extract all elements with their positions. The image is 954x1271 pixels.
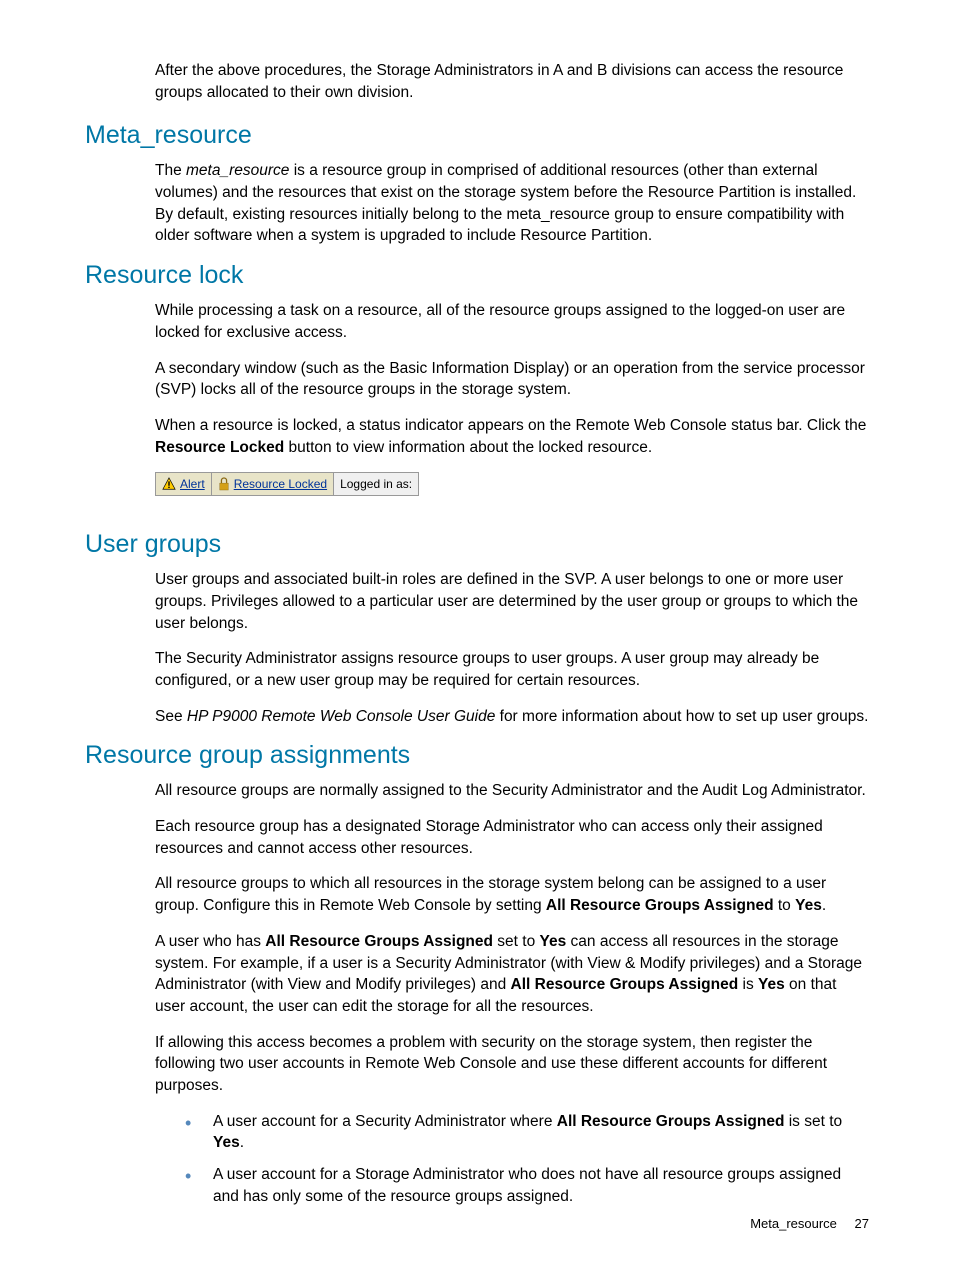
alert-cell[interactable]: Alert xyxy=(156,473,212,495)
text: When a resource is locked, a status indi… xyxy=(155,417,866,434)
status-bar: Alert Resource Locked Logged in as: xyxy=(155,472,419,496)
text: A user who has xyxy=(155,933,265,950)
rga-p4: A user who has All Resource Groups Assig… xyxy=(155,931,869,1018)
heading-user-groups: User groups xyxy=(85,530,869,559)
list-item: A user account for a Storage Administrat… xyxy=(185,1164,869,1207)
user-groups-p2: The Security Administrator assigns resou… xyxy=(155,648,869,691)
logged-in-cell: Logged in as: xyxy=(334,473,418,495)
footer-page-number: 27 xyxy=(855,1216,869,1231)
text: set to xyxy=(493,933,540,950)
text: See xyxy=(155,708,187,725)
resource-locked-link[interactable]: Resource Locked xyxy=(234,477,327,491)
text: for more information about how to set up… xyxy=(495,708,868,725)
lock-icon xyxy=(218,477,230,491)
bold-text: Yes xyxy=(795,897,822,914)
text: . xyxy=(822,897,826,914)
resource-lock-p2: A secondary window (such as the Basic In… xyxy=(155,358,869,401)
alert-link[interactable]: Alert xyxy=(180,477,205,491)
text: A user account for a Security Administra… xyxy=(213,1113,557,1130)
heading-meta-resource: Meta_resource xyxy=(85,121,869,150)
rga-bullet-list: A user account for a Security Administra… xyxy=(185,1111,869,1208)
heading-resource-lock: Resource lock xyxy=(85,261,869,290)
bold-text: Resource Locked xyxy=(155,439,284,456)
heading-resource-group-assignments: Resource group assignments xyxy=(85,741,869,770)
bold-text: Yes xyxy=(213,1134,240,1151)
footer: Meta_resource 27 xyxy=(750,1216,869,1231)
bold-text: All Resource Groups Assigned xyxy=(546,897,774,914)
text: is xyxy=(738,976,758,993)
bold-text: All Resource Groups Assigned xyxy=(265,933,493,950)
resource-locked-cell[interactable]: Resource Locked xyxy=(212,473,334,495)
text: . xyxy=(240,1134,244,1151)
italic-text: meta_resource xyxy=(186,162,289,179)
bold-text: Yes xyxy=(758,976,785,993)
bold-text: All Resource Groups Assigned xyxy=(557,1113,785,1130)
italic-text: HP P9000 Remote Web Console User Guide xyxy=(187,708,495,725)
intro-paragraph: After the above procedures, the Storage … xyxy=(155,60,869,103)
text: The xyxy=(155,162,186,179)
user-groups-p3: See HP P9000 Remote Web Console User Gui… xyxy=(155,706,869,728)
rga-p2: Each resource group has a designated Sto… xyxy=(155,816,869,859)
logged-in-label: Logged in as: xyxy=(340,477,412,491)
bold-text: Yes xyxy=(540,933,567,950)
rga-p1: All resource groups are normally assigne… xyxy=(155,780,869,802)
resource-lock-p3: When a resource is locked, a status indi… xyxy=(155,415,869,458)
bold-text: All Resource Groups Assigned xyxy=(511,976,739,993)
footer-label: Meta_resource xyxy=(750,1216,837,1231)
text: button to view information about the loc… xyxy=(284,439,652,456)
rga-p5: If allowing this access becomes a proble… xyxy=(155,1032,869,1097)
text: to xyxy=(774,897,796,914)
text: is set to xyxy=(784,1113,842,1130)
rga-p3: All resource groups to which all resourc… xyxy=(155,873,869,916)
meta-resource-paragraph: The meta_resource is a resource group in… xyxy=(155,160,869,247)
resource-lock-p1: While processing a task on a resource, a… xyxy=(155,300,869,343)
list-item: A user account for a Security Administra… xyxy=(185,1111,869,1154)
user-groups-p1: User groups and associated built-in role… xyxy=(155,569,869,634)
warning-icon xyxy=(162,477,176,491)
